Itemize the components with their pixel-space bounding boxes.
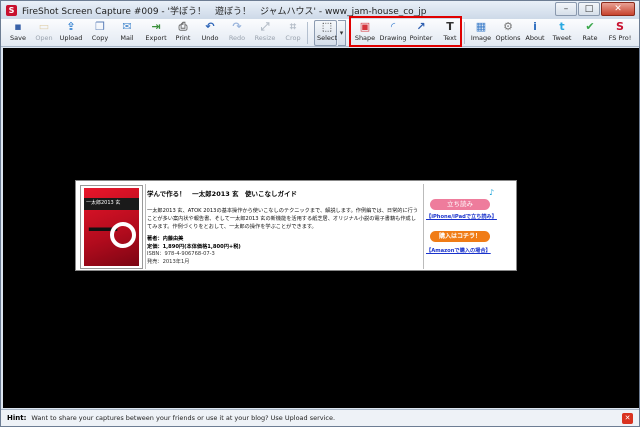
undo-button[interactable]: ↶ Undo (197, 20, 223, 46)
window-title: FireShot Screen Capture #009 - '学ぼう！ 遊ぼう… (22, 6, 427, 17)
mail-icon: ✉ (122, 20, 132, 33)
select-label: Select (316, 34, 338, 42)
tweet-button[interactable]: t Tweet (549, 20, 575, 46)
crop-label: Crop (285, 34, 301, 42)
book-info: 学んで作る！ 一太郎2013 玄 使いこなしガイド 一太郎2013 玄、ATOK… (147, 185, 420, 269)
crop-icon: ⌗ (289, 20, 297, 33)
hint-text: Want to share your captures between your… (31, 414, 336, 422)
book-description: 一太郎2013 玄、ATOK 2013の基本操作から使いこなしのテクニックまで、… (147, 208, 419, 230)
close-button[interactable]: ✕ (601, 2, 635, 16)
book-release: 発売：2013年1月 (147, 258, 190, 265)
cover-art: 一太郎2013 玄 一 (84, 188, 139, 266)
music-note-icon: ♪ (489, 188, 495, 197)
export-icon: ⇥ (151, 20, 161, 33)
twitter-icon: t (559, 20, 565, 33)
column-divider (423, 184, 424, 269)
info-icon: i (533, 20, 537, 33)
copy-icon: ❐ (95, 20, 105, 33)
hint-close-button[interactable]: ✕ (622, 413, 633, 424)
about-button[interactable]: i About (522, 20, 548, 46)
fspro-button[interactable]: S FS Pro! (607, 20, 633, 46)
book-author: 著者：内藤由美 (147, 236, 184, 242)
iphone-preview-link[interactable]: 【iPhone/iPadで立ち読み】 (426, 213, 514, 220)
printer-icon: ⎙ (178, 20, 188, 33)
print-button[interactable]: ⎙ Print (170, 20, 196, 46)
redo-button[interactable]: ↷ Redo (224, 20, 250, 46)
mail-button[interactable]: ✉ Mail (114, 20, 140, 46)
folder-icon: ▭ (38, 20, 50, 33)
book-card: 一太郎2013 玄 一 学んで作る！ 一太郎2013 玄 使いこなしガイド 一太… (75, 180, 517, 271)
undo-icon: ↶ (205, 20, 215, 33)
upload-button[interactable]: ⇪ Upload (58, 20, 84, 46)
gear-icon: ⚙ (503, 20, 513, 33)
annotation-highlight-box (349, 16, 462, 47)
thumbs-up-icon: ✔ (585, 20, 595, 33)
book-title: 学んで作る！ 一太郎2013 玄 使いこなしガイド (147, 190, 298, 198)
upload-icon: ⇪ (66, 20, 76, 33)
window-controls: – □ ✕ (555, 2, 635, 16)
cover-circle (110, 222, 136, 248)
maximize-button[interactable]: □ (578, 2, 600, 16)
fireshot-app-icon: S (6, 4, 17, 16)
rate-button[interactable]: ✔ Rate (577, 20, 603, 46)
capture-canvas[interactable]: 一太郎2013 玄 一 学んで作る！ 一太郎2013 玄 使いこなしガイド 一太… (3, 48, 639, 408)
image-icon: ▦ (475, 20, 487, 33)
select-icon: ⬚ (321, 20, 333, 33)
tachiyomi-button[interactable]: 立ち読み (430, 199, 490, 210)
options-button[interactable]: ⚙ Options (495, 20, 521, 46)
redo-icon: ↷ (232, 20, 242, 33)
fspro-label: FS Pro! (608, 34, 632, 42)
image-button[interactable]: ▦ Image (468, 20, 494, 46)
book-cover-image[interactable]: 一太郎2013 玄 一 (80, 185, 143, 269)
select-button[interactable]: ⬚ Select (314, 20, 340, 46)
app-window: S FireShot Screen Capture #009 - '学ぼう！ 遊… (0, 0, 640, 427)
resize-icon: ⤢ (260, 20, 270, 33)
resize-button[interactable]: ⤢ Resize (252, 20, 278, 46)
open-button[interactable]: ▭ Open (31, 20, 57, 46)
copy-button[interactable]: ❐ Copy (87, 20, 113, 46)
floppy-icon: ▪ (14, 20, 22, 33)
hint-bar: Hint: Want to share your captures betwee… (1, 409, 639, 426)
export-button[interactable]: ⇥ Export (143, 20, 169, 46)
title-bar[interactable]: S FireShot Screen Capture #009 - '学ぼう！ 遊… (1, 1, 639, 19)
minimize-button[interactable]: – (555, 2, 577, 16)
book-price: 定価：1,890円(本体価格1,800円+税) (147, 243, 241, 250)
fireshot-pro-icon: S (616, 20, 624, 33)
amazon-link[interactable]: 【Amazonで購入の場合】 (426, 247, 514, 254)
book-isbn: ISBN：978-4-906768-07-3 (147, 251, 215, 257)
hint-label: Hint: (7, 414, 27, 422)
save-button[interactable]: ▪ Save (5, 20, 31, 46)
buy-button[interactable]: 購入はコチラ！ (430, 231, 490, 242)
book-actions: ♪ 立ち読み 【iPhone/iPadで立ち読み】 購入はコチラ！ 【Amazo… (426, 185, 514, 269)
column-divider (145, 184, 146, 269)
cover-band-text: 一太郎2013 玄 (86, 200, 121, 206)
crop-button[interactable]: ⌗ Crop (280, 20, 306, 46)
book-meta: 著者：内藤由美 定価：1,890円(本体価格1,800円+税) ISBN：978… (147, 236, 420, 266)
toolbar: ▾ ▪ Save ▭ Open ⇪ Upload ❐ Copy ✉ Mail ⇥ Export ⎙ Pri… (1, 19, 639, 47)
